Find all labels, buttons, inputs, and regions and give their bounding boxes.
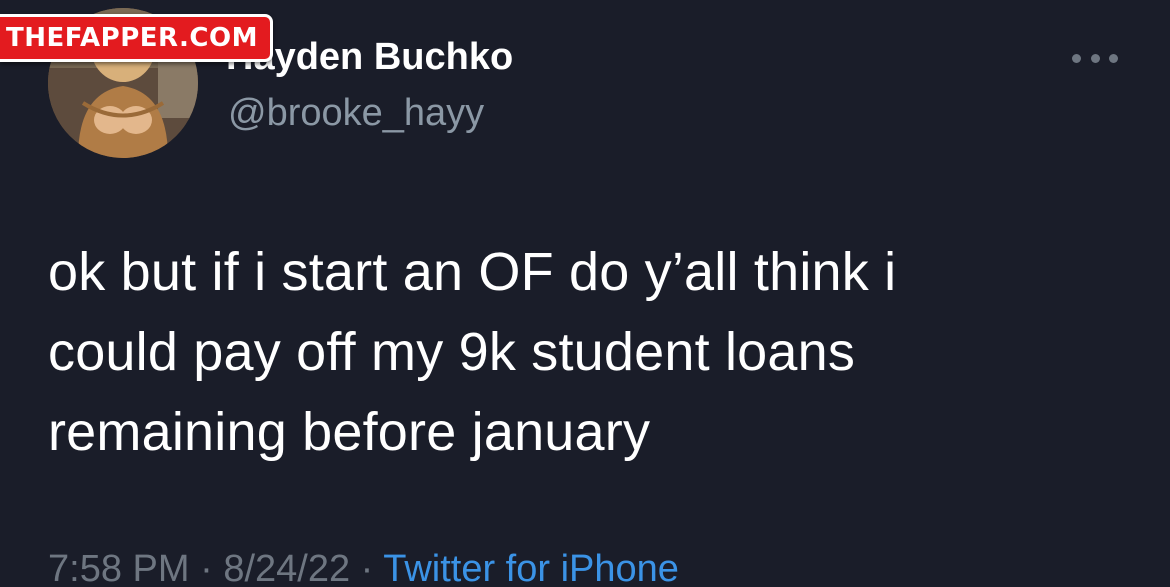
more-dot — [1072, 53, 1081, 63]
tweet-card: Hayden Buchko @brooke_hayy ok but if i s… — [0, 0, 1170, 587]
tweet-time[interactable]: 7:58 PM — [48, 548, 190, 587]
tweet-date[interactable]: 8/24/22 — [223, 548, 350, 587]
watermark-text: THEFAPPER.COM — [6, 23, 258, 53]
more-dot — [1090, 53, 1100, 63]
watermark-badge: THEFAPPER.COM — [0, 14, 273, 62]
meta-separator: · — [360, 548, 374, 587]
more-dot — [1109, 53, 1118, 63]
tweet-text: ok but if i start an OF do y’all think i… — [48, 242, 897, 462]
tweet-metadata: 7:58 PM · 8/24/22 · Twitter for iPhone — [48, 548, 679, 587]
tweet-source-link[interactable]: Twitter for iPhone — [383, 548, 679, 587]
meta-separator: · — [200, 548, 213, 587]
user-handle[interactable]: @brooke_hayy — [228, 92, 484, 135]
more-horizontal-icon[interactable] — [1072, 48, 1118, 68]
